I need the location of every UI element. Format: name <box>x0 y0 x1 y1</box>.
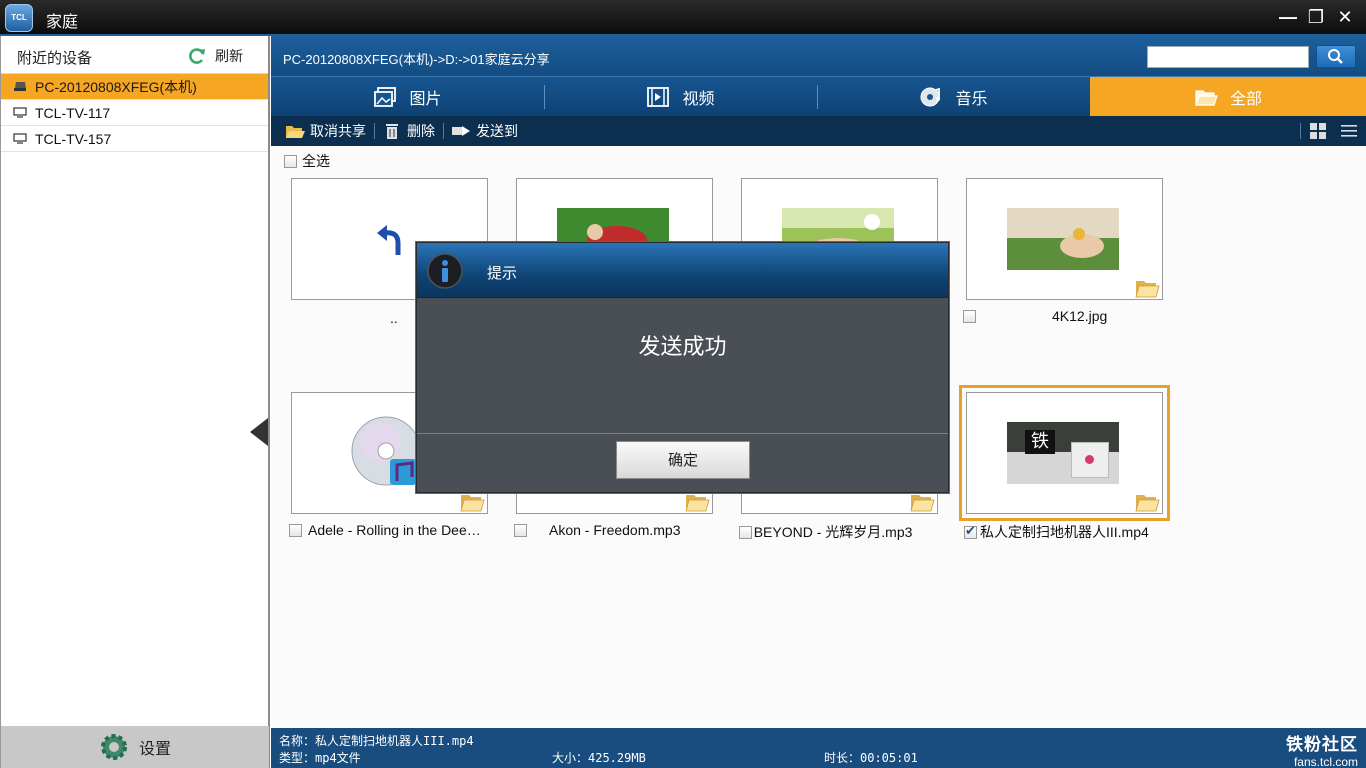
action-toolbar: 取消共享 删除 发送到 <box>271 116 1366 146</box>
file-checkbox-checked[interactable] <box>964 523 977 539</box>
category-tabs: 图片 视频 音乐 全部 <box>271 76 1366 116</box>
tab-all[interactable]: 全部 <box>1090 77 1366 116</box>
tab-pictures[interactable]: 图片 <box>271 77 544 116</box>
refresh-button[interactable]: 刷新 <box>187 44 243 68</box>
video-thumbnail: 铁 <box>1007 422 1119 484</box>
file-tile-robot-video[interactable]: 铁 <box>959 385 1170 521</box>
ok-button[interactable]: 确定 <box>616 441 750 479</box>
back-arrow-icon <box>377 225 401 255</box>
tab-music[interactable]: 音乐 <box>817 77 1090 116</box>
search-input[interactable] <box>1147 46 1309 68</box>
watermark-url: fans.tcl.com <box>1293 755 1358 768</box>
file-label: Akon - Freedom.mp3 <box>514 522 714 538</box>
status-type: 类型：mp4文件 <box>279 751 361 765</box>
device-item-pc[interactable]: PC-20120808XFEG(本机) <box>1 74 268 100</box>
folder-icon <box>1195 89 1218 106</box>
file-checkbox[interactable] <box>739 525 752 539</box>
file-label: BEYOND - 光辉岁月.mp3 <box>739 522 939 542</box>
device-label: TCL-TV-117 <box>35 104 111 121</box>
tab-label: 视频 <box>682 90 715 108</box>
video-icon <box>647 86 670 107</box>
dialog-message: 发送成功 <box>638 334 727 359</box>
monitor-icon <box>13 133 27 144</box>
gear-icon <box>100 734 127 760</box>
status-size: 大小：425.29MB <box>552 751 646 765</box>
collapse-sidebar-arrow-icon[interactable] <box>250 418 268 446</box>
status-duration: 时长：00:05:01 <box>824 751 918 765</box>
title-bar: TCL 家庭 — ❐ ✕ <box>0 0 1366 36</box>
tab-label: 全部 <box>1229 90 1262 108</box>
image-thumbnail <box>1007 208 1119 270</box>
toolbar-divider <box>1300 123 1301 139</box>
send-to-button[interactable]: 发送到 <box>443 116 526 146</box>
file-label: 私人定制扫地机器人III.mp4 <box>964 522 1164 542</box>
file-label: .. <box>390 310 398 326</box>
search-icon <box>1328 49 1343 64</box>
tab-label: 图片 <box>409 90 442 108</box>
delete-button[interactable]: 删除 <box>374 116 443 146</box>
refresh-label: 刷新 <box>215 48 243 64</box>
folder-icon <box>460 495 485 512</box>
file-checkbox[interactable] <box>514 523 527 537</box>
grid-view-icon[interactable] <box>1309 122 1327 140</box>
sidebar-header: 附近的设备 刷新 <box>1 36 268 74</box>
music-icon <box>920 87 941 106</box>
trash-icon <box>386 124 398 139</box>
tab-label: 音乐 <box>955 90 988 108</box>
alert-dialog: 提示 发送成功 确定 <box>416 242 949 493</box>
select-all-label: 全选 <box>302 153 330 169</box>
device-label: PC-20120808XFEG(本机) <box>35 78 197 95</box>
dialog-header: 提示 <box>417 243 948 298</box>
checkbox-icon[interactable] <box>284 154 297 168</box>
file-tile-4k12[interactable] <box>966 178 1163 300</box>
settings-button[interactable]: 设置 <box>1 726 269 768</box>
settings-label: 设置 <box>138 741 171 758</box>
dialog-divider <box>417 433 948 434</box>
device-label: TCL-TV-157 <box>35 130 112 147</box>
status-bar: 名称：私人定制扫地机器人III.mp4 类型：mp4文件 大小：425.29MB… <box>271 728 1366 768</box>
folder-icon <box>910 495 935 512</box>
info-icon <box>427 253 463 289</box>
file-checkbox[interactable] <box>289 523 302 537</box>
device-item-tv-157[interactable]: TCL-TV-157 <box>1 126 268 152</box>
file-label: 4K12.jpg <box>963 308 1163 324</box>
dialog-title: 提示 <box>487 265 518 282</box>
unshare-label: 取消共享 <box>310 123 366 139</box>
unshare-button[interactable]: 取消共享 <box>277 116 374 146</box>
close-button[interactable]: ✕ <box>1333 6 1357 28</box>
file-label: Adele - Rolling in the Deep.mp3 <box>289 522 489 538</box>
monitor-icon <box>13 107 27 118</box>
search-button[interactable] <box>1316 45 1356 68</box>
breadcrumb: PC-20120808XFEG(本机)->D:->01家庭云分享 <box>283 52 550 67</box>
send-icon <box>452 126 470 136</box>
folder-icon <box>685 495 710 512</box>
refresh-icon <box>189 48 205 64</box>
device-sidebar: 附近的设备 刷新 PC-20120808XFEG(本机) TCL-TV-117 … <box>0 36 270 768</box>
watermark: 铁粉社区 fans.tcl.com <box>1238 728 1358 768</box>
app-logo: TCL <box>5 4 33 32</box>
pictures-icon <box>374 86 397 107</box>
music-disc-icon <box>351 416 421 486</box>
status-name: 名称：私人定制扫地机器人III.mp4 <box>279 734 474 748</box>
device-item-tv-117[interactable]: TCL-TV-117 <box>1 100 268 126</box>
path-bar: PC-20120808XFEG(本机)->D:->01家庭云分享 <box>271 36 1366 76</box>
nearby-devices-label: 附近的设备 <box>17 50 93 67</box>
window-title: 家庭 <box>46 14 79 31</box>
computer-icon <box>14 82 26 91</box>
list-view-icon[interactable] <box>1341 123 1357 139</box>
select-all-checkbox[interactable]: 全选 <box>284 151 330 171</box>
folder-icon <box>1135 495 1160 512</box>
file-checkbox[interactable] <box>963 309 976 323</box>
folder-share-icon <box>286 126 305 138</box>
send-to-label: 发送到 <box>476 123 518 139</box>
minimize-button[interactable]: — <box>1276 6 1300 28</box>
tab-video[interactable]: 视频 <box>544 77 817 116</box>
maximize-button[interactable]: ❐ <box>1304 6 1328 28</box>
folder-icon <box>1135 281 1160 298</box>
delete-label: 删除 <box>407 123 435 139</box>
watermark-title: 铁粉社区 <box>1286 735 1358 755</box>
